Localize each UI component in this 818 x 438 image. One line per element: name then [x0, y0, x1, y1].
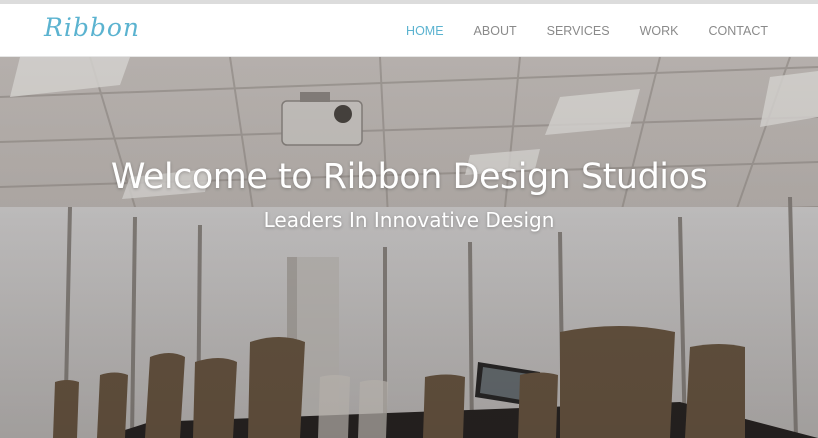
- navbar: Ribbon HOME ABOUT SERVICES WORK CONTACT: [0, 4, 818, 57]
- nav-about-link[interactable]: ABOUT: [474, 24, 517, 38]
- main-nav: HOME ABOUT SERVICES WORK CONTACT: [376, 4, 768, 57]
- brand-logo[interactable]: Ribbon: [44, 13, 140, 42]
- hero-background-image: [0, 57, 818, 438]
- nav-home-link[interactable]: HOME: [406, 24, 444, 38]
- hero-title: Welcome to Ribbon Design Studios: [110, 157, 708, 197]
- nav-work-link[interactable]: WORK: [640, 24, 679, 38]
- nav-services-link[interactable]: SERVICES: [547, 24, 610, 38]
- hero-section: Welcome to Ribbon Design Studios Leaders…: [0, 57, 818, 438]
- nav-contact-link[interactable]: CONTACT: [709, 24, 769, 38]
- hero-subtitle: Leaders In Innovative Design: [263, 208, 555, 232]
